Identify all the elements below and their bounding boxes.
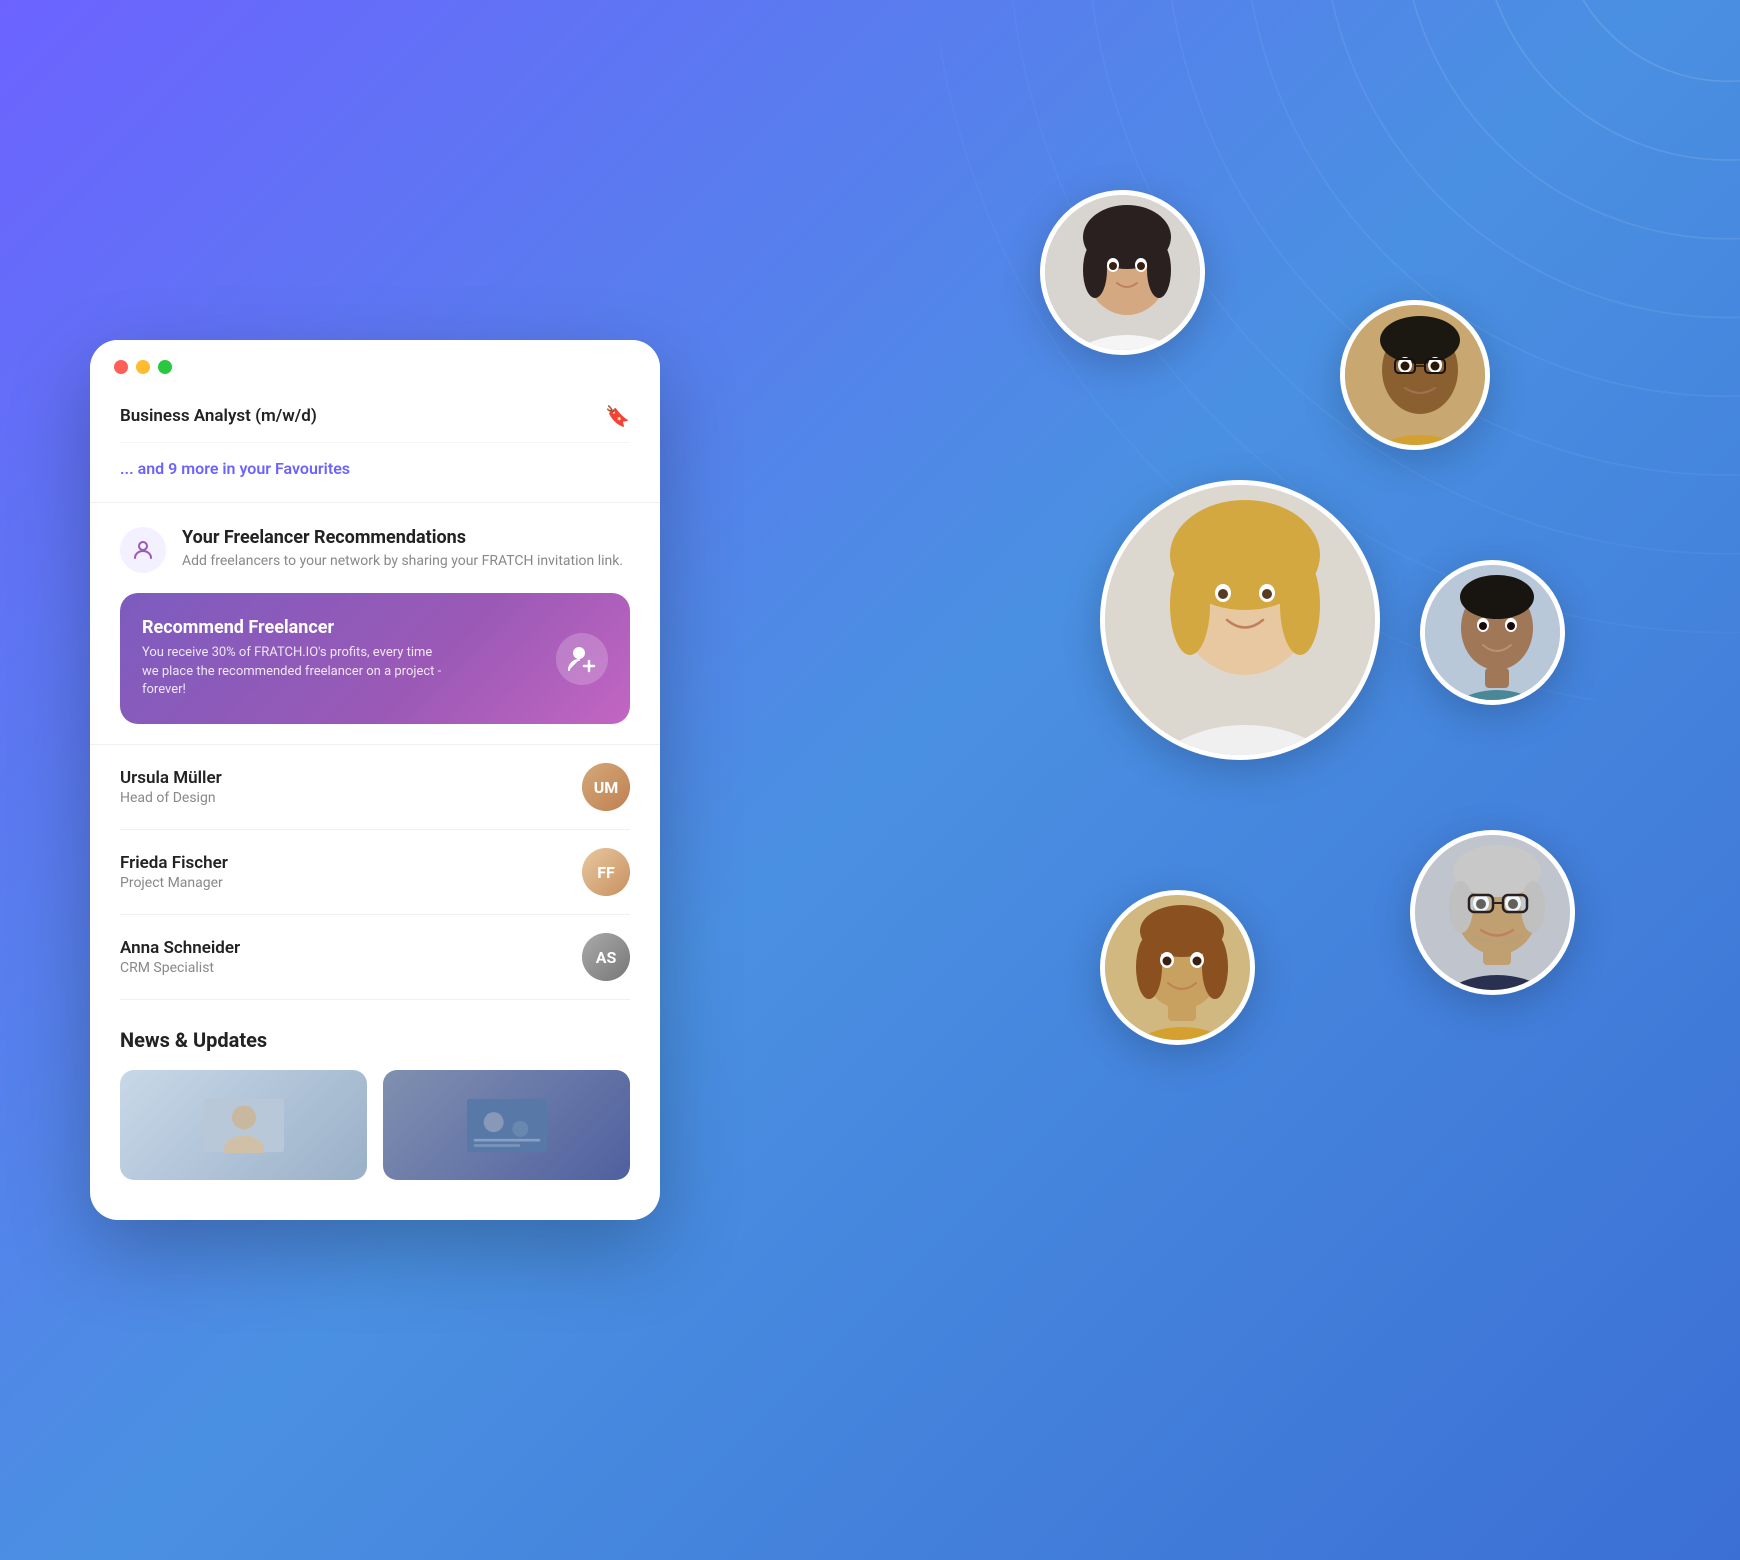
section-freelancers: Ursula Müller Head of Design UM Frieda F… xyxy=(90,745,660,1000)
person-bubble-center xyxy=(1100,480,1380,760)
rec-texts: Your Freelancer Recommendations Add free… xyxy=(182,527,623,572)
person-image-midright xyxy=(1425,565,1565,705)
favourites-link[interactable]: Favourites xyxy=(275,459,350,478)
person-image-topright xyxy=(1345,305,1490,450)
more-favourites: ... and 9 more in your Favourites xyxy=(120,443,630,482)
person-bubble-topleft xyxy=(1040,190,1205,355)
recommendations-header: Your Freelancer Recommendations Add free… xyxy=(120,527,630,573)
recommend-banner-text: Recommend Freelancer You receive 30% of … xyxy=(142,617,452,701)
avatars-area xyxy=(980,80,1680,1480)
person-bubble-botright xyxy=(1410,830,1575,995)
section-news: News & Updates xyxy=(90,1000,660,1180)
freelancer-name-anna: Anna Schneider xyxy=(120,938,240,958)
news-card-image-1 xyxy=(204,1098,284,1153)
avatar-frieda: FF xyxy=(582,848,630,896)
freelancer-item-frieda[interactable]: Frieda Fischer Project Manager FF xyxy=(120,830,630,915)
news-card-2[interactable] xyxy=(383,1070,630,1180)
banner-title: Recommend Freelancer xyxy=(142,617,452,638)
news-card-1[interactable] xyxy=(120,1070,367,1180)
news-title: News & Updates xyxy=(120,1028,630,1052)
window-titlebar xyxy=(90,340,660,390)
section-favourites: Business Analyst (m/w/d) 🔖 ... and 9 mor… xyxy=(90,390,660,503)
person-bubble-midright xyxy=(1420,560,1565,705)
avatar-ursula: UM xyxy=(582,763,630,811)
news-card-placeholder-2 xyxy=(383,1070,630,1180)
person-bubble-bottom xyxy=(1100,890,1255,1045)
person-bubble-topright xyxy=(1340,300,1490,450)
freelancer-info-ursula: Ursula Müller Head of Design xyxy=(120,768,222,806)
bookmark-icon[interactable]: 🔖 xyxy=(605,404,630,428)
freelancer-info-frieda: Frieda Fischer Project Manager xyxy=(120,853,228,891)
person-image-botright xyxy=(1415,835,1575,995)
freelancer-role-anna: CRM Specialist xyxy=(120,960,240,976)
freelancer-info-anna: Anna Schneider CRM Specialist xyxy=(120,938,240,976)
rec-icon xyxy=(120,527,166,573)
person-image-center xyxy=(1105,485,1380,760)
freelancer-name-frieda: Frieda Fischer xyxy=(120,853,228,873)
recommend-banner[interactable]: Recommend Freelancer You receive 30% of … xyxy=(120,593,630,725)
recommend-banner-icon xyxy=(556,633,608,685)
person-icon xyxy=(131,538,155,562)
freelancer-item-anna[interactable]: Anna Schneider CRM Specialist AS xyxy=(120,915,630,1000)
rec-title: Your Freelancer Recommendations xyxy=(182,527,623,548)
banner-desc: You receive 30% of FRATCH.IO's profits, … xyxy=(142,644,452,701)
news-cards xyxy=(120,1070,630,1180)
avatar-anna: AS xyxy=(582,933,630,981)
freelancer-role-frieda: Project Manager xyxy=(120,875,228,891)
app-window: Business Analyst (m/w/d) 🔖 ... and 9 mor… xyxy=(90,340,660,1221)
job-item[interactable]: Business Analyst (m/w/d) 🔖 xyxy=(120,390,630,443)
freelancer-name-ursula: Ursula Müller xyxy=(120,768,222,788)
person-image-topleft xyxy=(1045,195,1205,355)
person-image-bottom xyxy=(1105,895,1255,1045)
rec-subtitle: Add freelancers to your network by shari… xyxy=(182,552,623,572)
freelancer-role-ursula: Head of Design xyxy=(120,790,222,806)
window-dot-yellow[interactable] xyxy=(136,360,150,374)
job-title: Business Analyst (m/w/d) xyxy=(120,406,317,426)
add-person-icon xyxy=(567,644,597,674)
window-dot-red[interactable] xyxy=(114,360,128,374)
freelancer-item-ursula[interactable]: Ursula Müller Head of Design UM xyxy=(120,745,630,830)
window-dot-green[interactable] xyxy=(158,360,172,374)
news-card-image-2 xyxy=(467,1098,547,1153)
section-recommendations: Your Freelancer Recommendations Add free… xyxy=(90,503,660,746)
news-card-placeholder-1 xyxy=(120,1070,367,1180)
